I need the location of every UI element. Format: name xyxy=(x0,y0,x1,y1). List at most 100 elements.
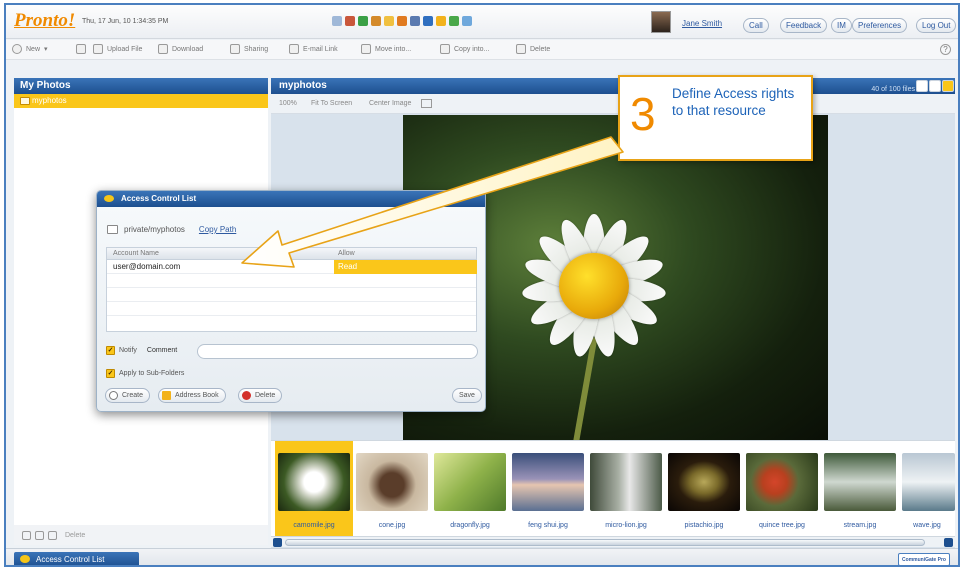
left-panel-title: My Photos xyxy=(14,78,268,94)
thumbnail-caption: quince tree.jpg xyxy=(759,522,805,529)
thumbnail[interactable]: stream.jpg xyxy=(821,441,899,537)
thumbnail-image xyxy=(434,453,506,511)
apply-subfolders-checkbox[interactable]: ✓ xyxy=(106,369,115,378)
pronto-logo[interactable]: Pronto! xyxy=(14,10,75,32)
zoom-100[interactable]: 100% xyxy=(279,100,297,107)
new-button[interactable]: New ▾ xyxy=(12,44,48,54)
thumbnail-image xyxy=(356,453,428,511)
thumbnail-scrollbar[interactable] xyxy=(271,536,955,547)
thumbnail-caption: dragonfly.jpg xyxy=(450,522,490,529)
upload-icon[interactable] xyxy=(35,530,44,540)
thumbnail-caption: micro-lion.jpg xyxy=(605,522,647,529)
logout-button[interactable]: Log Out xyxy=(916,18,957,33)
settings-icon[interactable] xyxy=(462,16,472,26)
thumbnail[interactable]: wave.jpg xyxy=(899,441,955,537)
move-into-button[interactable]: Move into... xyxy=(361,44,411,54)
scroll-thumb[interactable] xyxy=(285,539,925,546)
email-link-button[interactable]: E-mail Link xyxy=(289,44,338,54)
thumbnail[interactable]: cone.jpg xyxy=(353,441,431,537)
acl-delete-label: Delete xyxy=(255,392,276,399)
thumbnail[interactable]: micro-lion.jpg xyxy=(587,441,665,537)
notify-option[interactable]: ✓ Notify Comment xyxy=(106,346,177,355)
contacts-icon[interactable] xyxy=(371,16,381,26)
delete-button[interactable]: Delete xyxy=(516,44,550,54)
table-row[interactable] xyxy=(107,302,476,316)
comment-input[interactable] xyxy=(197,344,478,359)
scroll-left-icon[interactable] xyxy=(273,538,282,547)
avatar[interactable] xyxy=(651,11,671,33)
key-icon xyxy=(104,195,114,202)
copy-path-link[interactable]: Copy Path xyxy=(199,225,236,234)
thumbnail-image xyxy=(902,453,955,511)
table-row[interactable]: user@domain.com Read xyxy=(107,260,477,274)
thumbnail[interactable]: dragonfly.jpg xyxy=(431,441,509,537)
center-image[interactable]: Center Image xyxy=(369,100,411,107)
preview-view-icon[interactable] xyxy=(942,80,954,92)
folder-icon[interactable] xyxy=(436,16,446,26)
copy-into-button[interactable]: Copy into... xyxy=(440,44,489,54)
call-button[interactable]: Call xyxy=(743,18,769,33)
thumbnail-caption: camomile.jpg xyxy=(293,522,335,529)
key-icon xyxy=(20,555,30,563)
calendar-icon[interactable] xyxy=(345,16,355,26)
folder-icon xyxy=(76,44,86,54)
mail-icon[interactable] xyxy=(332,16,342,26)
trash-icon[interactable] xyxy=(48,530,57,540)
help-icon[interactable]: ? xyxy=(940,44,951,55)
new-folder-button[interactable] xyxy=(76,44,86,54)
apply-subfolders-option[interactable]: ✓ Apply to Sub-Folders xyxy=(106,369,184,378)
phone-icon[interactable] xyxy=(358,16,368,26)
acl-table-header: Account Name Allow xyxy=(107,248,476,260)
address-book-button[interactable]: Address Book xyxy=(158,388,226,403)
left-delete-button[interactable]: Delete xyxy=(65,532,85,539)
chevron-down-icon: ▾ xyxy=(44,46,48,53)
preferences-button[interactable]: Preferences xyxy=(852,18,908,33)
acl-dialog-title[interactable]: Access Control List xyxy=(97,191,485,207)
acl-path: private/myphotos Copy Path xyxy=(107,225,236,234)
slideshow-icon[interactable] xyxy=(421,99,432,108)
notify-checkbox[interactable]: ✓ xyxy=(106,346,115,355)
music-icon[interactable] xyxy=(397,16,407,26)
account-cell[interactable]: user@domain.com xyxy=(113,260,180,274)
table-row[interactable] xyxy=(107,288,476,302)
thumbnail[interactable]: pistachio.jpg xyxy=(665,441,743,537)
sharing-button[interactable]: Sharing xyxy=(230,44,268,54)
col-allow[interactable]: Allow xyxy=(338,248,355,260)
taskbar-acl-label: Access Control List xyxy=(36,555,105,564)
taskbar-acl-tab[interactable]: Access Control List xyxy=(14,552,139,565)
table-row[interactable] xyxy=(107,274,476,288)
thumbnail-strip: camomile.jpg cone.jpg dragonfly.jpg feng… xyxy=(271,440,955,537)
folder-item-myphotos[interactable]: myphotos xyxy=(14,94,268,108)
address-book-label: Address Book xyxy=(175,392,219,399)
upload-label: Upload File xyxy=(107,45,143,53)
photos-icon[interactable] xyxy=(410,16,420,26)
delete-icon xyxy=(242,391,251,400)
share-icon[interactable] xyxy=(449,16,459,26)
thumbnail-image xyxy=(824,453,896,511)
list-view-icon[interactable] xyxy=(929,80,941,92)
acl-delete-button[interactable]: Delete xyxy=(238,388,283,403)
download-button[interactable]: Download xyxy=(158,44,203,54)
app-window: Pronto! Thu, 17 Jun, 10 1:34:35 PM Jane … xyxy=(4,3,960,567)
feedback-button[interactable]: Feedback xyxy=(780,18,828,33)
notes-icon[interactable] xyxy=(384,16,394,26)
thumbnail-image xyxy=(590,453,662,511)
thumbnail[interactable]: feng shui.jpg xyxy=(509,441,587,537)
permission-cell[interactable]: Read xyxy=(334,260,477,274)
save-button[interactable]: Save xyxy=(452,388,482,403)
grid-view-icon[interactable] xyxy=(916,80,928,92)
im-button[interactable]: IM xyxy=(831,18,852,33)
thumbnail-caption: feng shui.jpg xyxy=(528,522,568,529)
new-folder-icon[interactable] xyxy=(22,530,31,540)
thumbnail-image xyxy=(278,453,350,511)
user-name-link[interactable]: Jane Smith xyxy=(682,19,722,28)
thumbnail[interactable]: quince tree.jpg xyxy=(743,441,821,537)
thumbnail[interactable]: camomile.jpg xyxy=(275,441,353,537)
acl-dialog: Access Control List private/myphotos Cop… xyxy=(96,190,486,412)
fit-to-screen[interactable]: Fit To Screen xyxy=(311,100,352,107)
create-button[interactable]: Create xyxy=(105,388,151,403)
upload-file-button[interactable]: Upload File xyxy=(93,44,142,54)
globe-icon[interactable] xyxy=(423,16,433,26)
scroll-right-icon[interactable] xyxy=(944,538,953,547)
col-account-name[interactable]: Account Name xyxy=(113,248,159,260)
